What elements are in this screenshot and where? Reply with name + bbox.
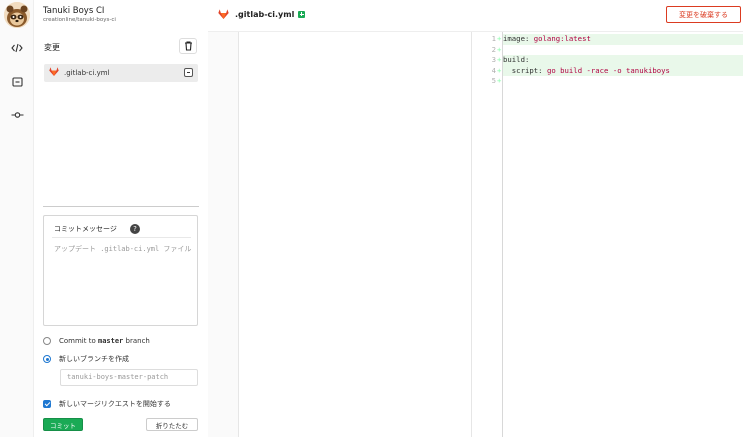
code-value: go build -race -o tanukiboys bbox=[542, 65, 670, 75]
review-mode-button[interactable] bbox=[5, 72, 29, 92]
project-title[interactable]: Tanuki Boys CI bbox=[43, 6, 104, 16]
commit-panel: 変更 .gitlab-ci.yml コミットメッセージ ? アップデート .gi… bbox=[34, 32, 208, 437]
diff-pane-divider[interactable] bbox=[471, 32, 472, 437]
new-branch-label: 新しいブランチを作成 bbox=[59, 355, 129, 363]
diff-editor[interactable]: 1 + image: golang:latest 2 +3 + build: 4 + scrip… bbox=[208, 32, 743, 437]
code-text: script: go build -race -o tanukiboys bbox=[503, 65, 743, 77]
line-number: 1 bbox=[491, 34, 496, 43]
commit-button[interactable]: コミット bbox=[43, 418, 83, 431]
editor-tab-name: .gitlab-ci.yml bbox=[235, 9, 295, 19]
tanuki-avatar-icon bbox=[4, 2, 30, 28]
message-separator bbox=[52, 237, 191, 238]
line-number: 2 bbox=[491, 44, 496, 54]
commit-message-label: コミットメッセージ bbox=[54, 225, 117, 233]
code-line[interactable]: 2 + bbox=[486, 45, 743, 56]
panel-divider bbox=[43, 206, 199, 207]
code-text: image: golang:latest bbox=[503, 34, 743, 45]
line-number: 4 bbox=[491, 65, 496, 75]
commit-message-field[interactable]: アップデート .gitlab-ci.yml ファイル bbox=[54, 243, 194, 255]
new-branch-name-input[interactable]: tanuki-boys-master-patch bbox=[60, 369, 198, 386]
gutter-border bbox=[238, 32, 239, 437]
code-line[interactable]: 1 + image: golang:latest bbox=[486, 34, 743, 45]
changed-file-name: .gitlab-ci.yml bbox=[64, 69, 110, 77]
changes-heading: 変更 bbox=[44, 43, 60, 52]
code-value: golang:latest bbox=[529, 34, 591, 43]
commit-to-master-option[interactable]: Commit to master branch bbox=[43, 337, 150, 345]
new-merge-request-checkbox[interactable] bbox=[43, 400, 51, 408]
line-number: 5 bbox=[491, 76, 496, 86]
diff-sign: + bbox=[497, 76, 502, 86]
editor-tab[interactable]: .gitlab-ci.yml bbox=[218, 9, 306, 19]
edit-mode-button[interactable] bbox=[5, 38, 29, 58]
code-icon bbox=[11, 43, 23, 53]
code-line[interactable]: 3 + build: bbox=[486, 55, 743, 66]
gitlab-logo-icon bbox=[218, 9, 229, 19]
code-key: build: bbox=[503, 55, 530, 65]
diff-sign: + bbox=[497, 34, 502, 43]
collapse-button[interactable]: 折りたたむ bbox=[146, 418, 198, 431]
code-key: script: bbox=[503, 65, 543, 75]
commit-to-prefix: Commit to bbox=[59, 337, 96, 345]
activity-rail bbox=[0, 0, 34, 437]
diff-sign: + bbox=[497, 55, 502, 65]
code-line[interactable]: 4 + script: go build -race -o tanukiboys bbox=[486, 65, 743, 77]
discard-changes-button[interactable]: 変更を破棄する bbox=[666, 6, 741, 23]
diff-sign: + bbox=[497, 65, 502, 75]
discard-all-button[interactable] bbox=[179, 38, 197, 54]
new-merge-request-option[interactable]: 新しいマージリクエストを開始する bbox=[43, 399, 171, 409]
diff-sign: + bbox=[497, 44, 502, 54]
commit-mode-button[interactable] bbox=[5, 105, 29, 125]
modified-gutter-border bbox=[502, 32, 503, 437]
commit-message-box[interactable]: コミットメッセージ ? アップデート .gitlab-ci.yml ファイル bbox=[43, 215, 198, 326]
help-icon[interactable]: ? bbox=[130, 224, 140, 234]
project-avatar[interactable] bbox=[4, 2, 30, 28]
commit-to-suffix: branch bbox=[125, 337, 150, 345]
file-added-icon bbox=[298, 10, 306, 18]
line-number: 3 bbox=[491, 55, 496, 65]
commit-branch-name: master bbox=[97, 337, 124, 345]
file-modified-icon[interactable] bbox=[184, 68, 193, 77]
new-branch-option[interactable]: 新しいブランチを作成 bbox=[43, 354, 129, 364]
original-gutter bbox=[208, 32, 238, 437]
commit-icon bbox=[11, 112, 23, 118]
new-branch-radio[interactable] bbox=[43, 355, 51, 363]
gitlab-logo-icon bbox=[49, 67, 59, 79]
new-merge-request-label: 新しいマージリクエストを開始する bbox=[59, 400, 171, 408]
modified-code-lines[interactable]: 1 + image: golang:latest 2 +3 + build: 4 + scrip… bbox=[486, 34, 743, 87]
code-line[interactable]: 5 + bbox=[486, 76, 743, 87]
review-icon bbox=[11, 77, 23, 87]
editor-tab-bar: .gitlab-ci.yml 変更を破棄する bbox=[208, 0, 743, 32]
trash-icon bbox=[184, 41, 192, 51]
commit-to-master-radio[interactable] bbox=[43, 337, 51, 345]
code-text: build: bbox=[503, 55, 743, 66]
project-path[interactable]: creationline/tanuki-boys-ci bbox=[43, 17, 116, 23]
changed-file-row[interactable]: .gitlab-ci.yml bbox=[44, 64, 198, 82]
code-key: image: bbox=[503, 34, 530, 43]
